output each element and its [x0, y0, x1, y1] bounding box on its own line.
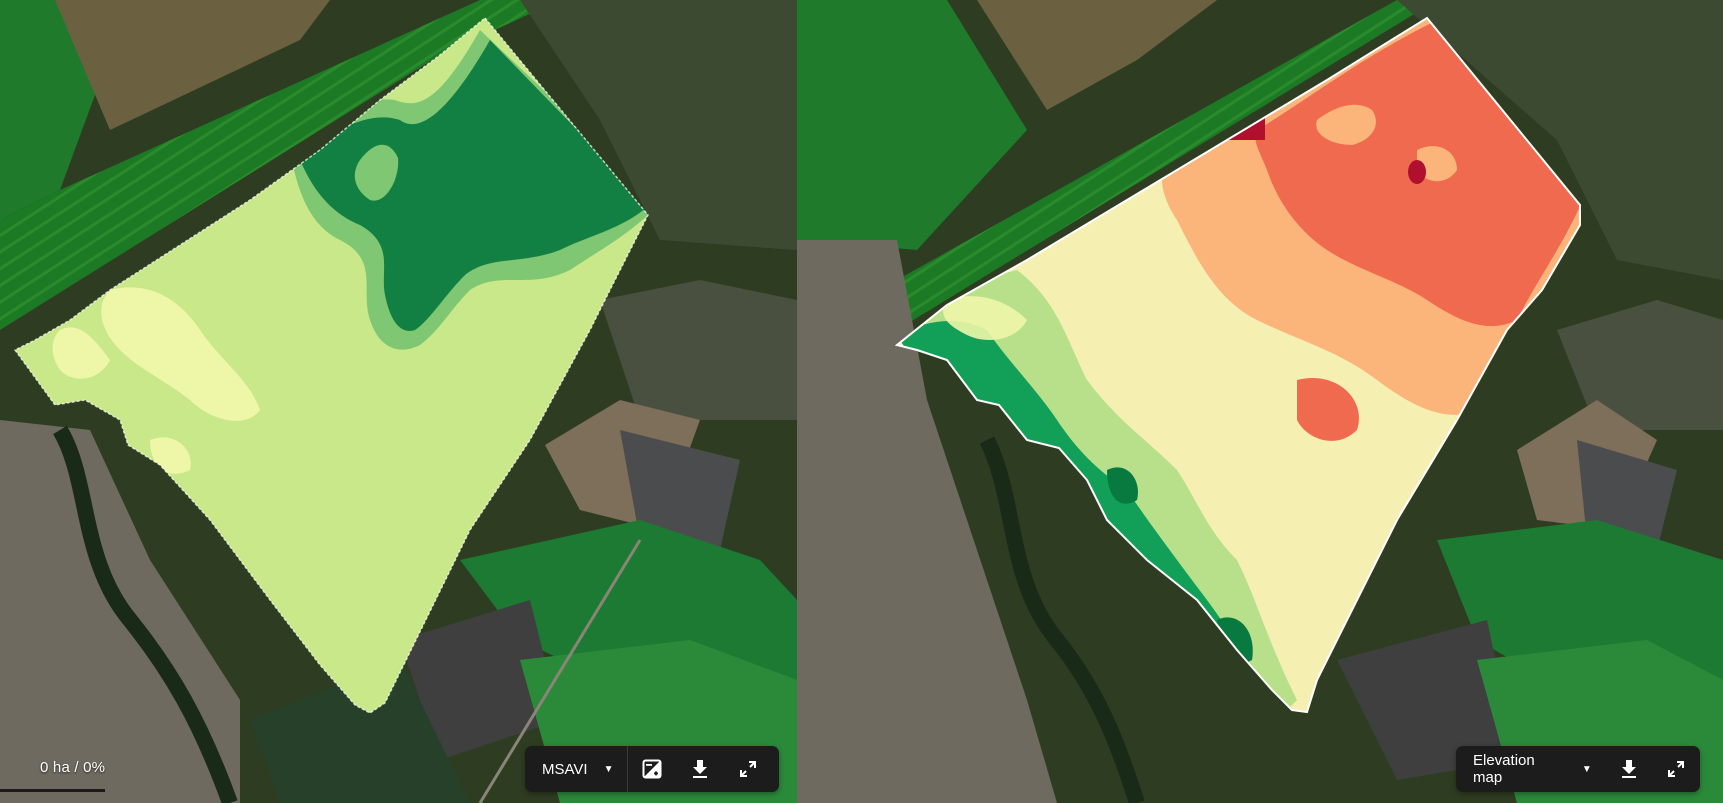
fullscreen-icon — [740, 761, 757, 777]
download-button[interactable] — [676, 746, 724, 792]
msavi-map-pane[interactable]: 0 ha / 0% MSAVI ▼ — [0, 0, 797, 803]
map-comparison: 0 ha / 0% MSAVI ▼ Elevation map ▼ — [0, 0, 1723, 803]
map-toolbar: MSAVI ▼ — [525, 746, 779, 792]
area-progress-bar — [0, 789, 105, 792]
fullscreen-button[interactable] — [724, 746, 772, 792]
chevron-down-icon: ▼ — [1581, 763, 1592, 775]
layer-select[interactable]: Elevation map ▼ — [1456, 746, 1606, 792]
satellite-map-left[interactable] — [0, 0, 797, 803]
layer-select[interactable]: MSAVI ▼ — [525, 746, 627, 792]
layer-select-value: Elevation map — [1473, 752, 1535, 786]
fullscreen-icon — [1668, 761, 1685, 777]
download-icon — [693, 760, 708, 778]
download-button[interactable] — [1606, 746, 1653, 792]
map-toolbar: Elevation map ▼ — [1456, 746, 1700, 792]
elevation-map-pane[interactable]: Elevation map ▼ — [797, 0, 1723, 803]
contrast-button[interactable] — [628, 746, 676, 792]
layer-select-value: MSAVI — [542, 760, 588, 778]
download-icon — [1622, 760, 1637, 778]
area-stat: 0 ha / 0% — [40, 759, 106, 776]
fullscreen-button[interactable] — [1653, 746, 1700, 792]
satellite-map-right[interactable] — [797, 0, 1723, 803]
contrast-icon — [642, 759, 662, 779]
chevron-down-icon: ▼ — [603, 763, 614, 775]
